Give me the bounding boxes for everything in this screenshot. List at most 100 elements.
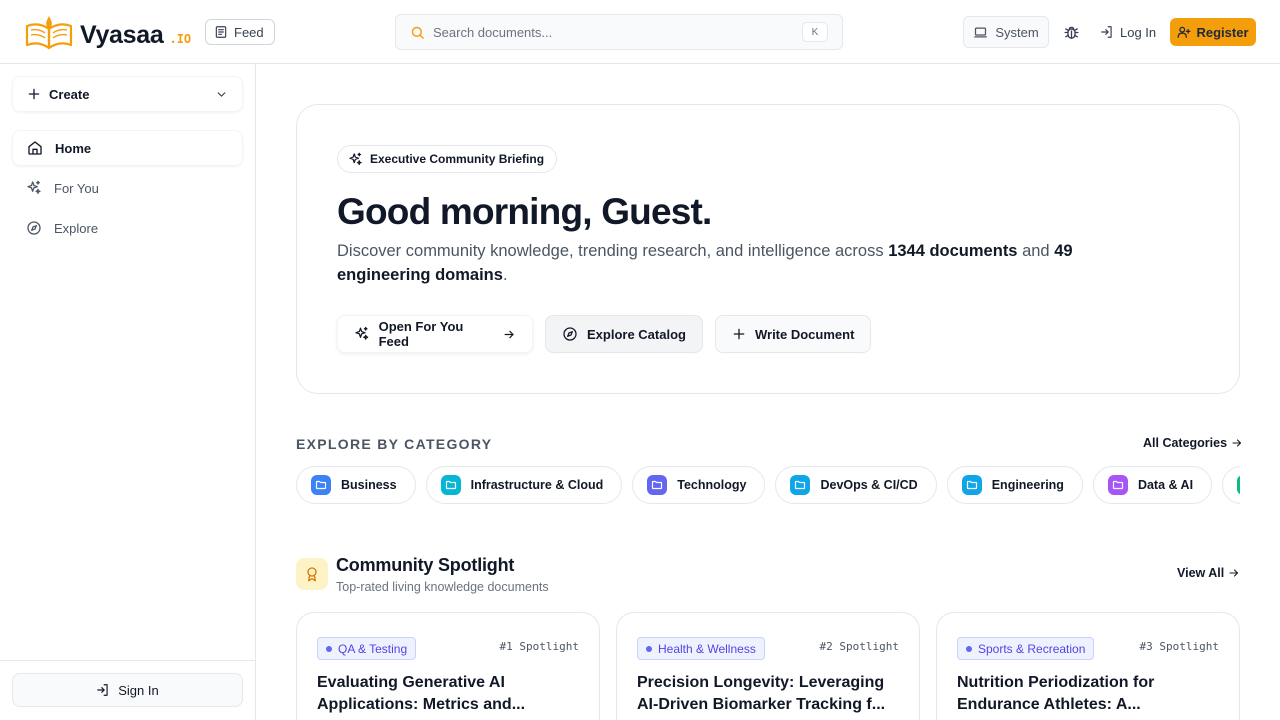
- for-you-feed-label: Open For You Feed: [378, 319, 464, 349]
- login-label: Log In: [1120, 24, 1157, 40]
- feed-label: Feed: [234, 24, 264, 40]
- plus-icon: [28, 88, 40, 100]
- tag-label: Sports & Recreation: [978, 641, 1086, 656]
- sparkles-icon: [355, 326, 369, 340]
- sign-in-button[interactable]: Sign In: [12, 673, 243, 707]
- bug-icon: [1063, 26, 1079, 39]
- tag-dot: [966, 645, 972, 652]
- all-categories-label: All Categories: [1143, 436, 1228, 450]
- sparkles-icon: [349, 152, 362, 165]
- sign-in-label: Sign In: [118, 682, 159, 698]
- brand-logo[interactable]: Vyasaa .IO: [24, 14, 191, 50]
- category-tag[interactable]: Sports & Recreation: [957, 637, 1095, 660]
- hero-description-mid: and: [1017, 242, 1055, 260]
- sidebar-item-for-you[interactable]: For You: [12, 170, 243, 206]
- create-dropdown-button[interactable]: Create: [12, 76, 243, 112]
- hero-actions: Open For You Feed Explore Catalog Write …: [337, 315, 872, 353]
- folder-icon: [1237, 475, 1240, 495]
- login-button[interactable]: Log In: [1100, 21, 1156, 43]
- folder-icon: [1107, 475, 1128, 495]
- sidebar-item-explore[interactable]: Explore: [12, 210, 243, 246]
- category-chip[interactable]: Technology: [632, 466, 766, 504]
- register-button[interactable]: Register: [1170, 18, 1256, 46]
- write-document-button[interactable]: Write Document: [714, 315, 872, 353]
- home-icon: [28, 141, 42, 155]
- category-chip-label: Business: [341, 478, 397, 492]
- tag-dot: [326, 645, 332, 652]
- compass-icon: [563, 327, 577, 341]
- category-chip-list: Business Infrastructure & Cloud Technology…: [296, 466, 1240, 504]
- sidebar-item-label: Explore: [54, 220, 99, 236]
- category-chip[interactable]: Infrastructure & Cloud: [425, 466, 623, 504]
- sidebar-footer: Sign In: [0, 660, 255, 720]
- spotlight-card[interactable]: QA & Testing #1 Spotlight Evaluating Gen…: [296, 612, 600, 720]
- chevron-down-icon: [217, 91, 226, 97]
- user-plus-icon: [1178, 26, 1191, 38]
- spotlight-subtitle: Top-rated living knowledge documents: [336, 580, 549, 594]
- spotlight-card[interactable]: Sports & Recreation #3 Spotlight Nutriti…: [936, 612, 1240, 720]
- search-input[interactable]: Search documents... K: [395, 14, 843, 50]
- spotlight-card-title[interactable]: Nutrition Periodization for Endurance At…: [957, 672, 1219, 716]
- search-icon: [411, 26, 424, 39]
- category-section-heading: EXPLORE BY CATEGORY: [296, 436, 493, 452]
- spotlight-rank: #2 Spotlight: [819, 640, 899, 653]
- category-chip-label: Infrastructure & Cloud: [470, 478, 604, 492]
- sidebar-item-home[interactable]: Home: [12, 130, 243, 166]
- tag-label: QA & Testing: [338, 641, 408, 656]
- category-chip-label: Technology: [677, 478, 747, 492]
- sidebar: Create Home For You Explore Sign In: [0, 64, 256, 720]
- spotlight-title: Community Spotlight: [336, 555, 515, 575]
- create-label: Create: [49, 86, 90, 102]
- category-tag[interactable]: Health & Wellness: [637, 637, 765, 660]
- sparkles-icon: [27, 180, 41, 194]
- theme-label: System: [995, 24, 1039, 40]
- hero-description-pre: Discover community knowledge, trending r…: [337, 242, 889, 260]
- folder-icon: [440, 475, 461, 495]
- hero-card: Executive Community Briefing Good mornin…: [296, 104, 1240, 394]
- category-tag[interactable]: QA & Testing: [317, 637, 417, 660]
- open-for-you-feed-button[interactable]: Open For You Feed: [337, 315, 533, 353]
- spotlight-card[interactable]: Health & Wellness #2 Spotlight Precision…: [616, 612, 920, 720]
- explore-catalog-button[interactable]: Explore Catalog: [545, 315, 703, 353]
- spotlight-card-title[interactable]: Precision Longevity: Leveraging AI-Drive…: [637, 672, 899, 716]
- category-chip-label: Engineering: [991, 478, 1064, 492]
- folder-icon: [790, 475, 811, 495]
- category-chip[interactable]: DevOps & CI/CD: [775, 466, 937, 504]
- hero-description: Discover community knowledge, trending r…: [337, 239, 1137, 287]
- briefing-badge: Executive Community Briefing: [337, 145, 558, 173]
- register-label: Register: [1196, 24, 1249, 40]
- award-icon: [307, 567, 317, 582]
- view-all-link[interactable]: View All: [1177, 566, 1240, 580]
- laptop-icon: [974, 27, 988, 37]
- spotlight-rank: #1 Spotlight: [499, 640, 579, 653]
- feed-button[interactable]: Feed: [205, 19, 275, 45]
- category-chip[interactable]: Finance: [1222, 466, 1240, 504]
- category-chip-label: DevOps & CI/CD: [820, 478, 918, 492]
- sidebar-item-label: For You: [54, 180, 99, 196]
- search-placeholder: Search documents...: [433, 24, 553, 40]
- greeting-title: Good morning, Guest.: [337, 191, 712, 232]
- write-document-label: Write Document: [754, 326, 855, 342]
- spotlight-card-title[interactable]: Evaluating Generative AI Applications: M…: [317, 672, 579, 716]
- compass-icon: [27, 221, 41, 235]
- arrow-right-icon: [1229, 569, 1239, 577]
- log-in-icon: [1101, 26, 1112, 38]
- all-categories-link[interactable]: All Categories: [1143, 436, 1243, 450]
- spotlight-badge: [296, 558, 328, 590]
- category-chip[interactable]: Business: [296, 466, 416, 504]
- theme-toggle-button[interactable]: System: [963, 16, 1049, 48]
- brand-tld: .IO: [169, 32, 192, 46]
- arrow-right-icon: [1232, 439, 1242, 447]
- arrow-right-icon: [504, 330, 514, 338]
- category-chip[interactable]: Engineering: [946, 466, 1083, 504]
- spotlight-rank: #3 Spotlight: [1139, 640, 1219, 653]
- folder-icon: [311, 475, 331, 495]
- tag-dot: [646, 645, 652, 652]
- sidebar-item-label: Home: [55, 140, 92, 156]
- category-chip[interactable]: Data & AI: [1092, 466, 1213, 504]
- plus-icon: [733, 328, 745, 340]
- report-bug-button[interactable]: [1060, 21, 1082, 43]
- search-shortcut-key: K: [802, 22, 828, 42]
- explore-catalog-label: Explore Catalog: [587, 326, 686, 342]
- tag-label: Health & Wellness: [658, 641, 756, 656]
